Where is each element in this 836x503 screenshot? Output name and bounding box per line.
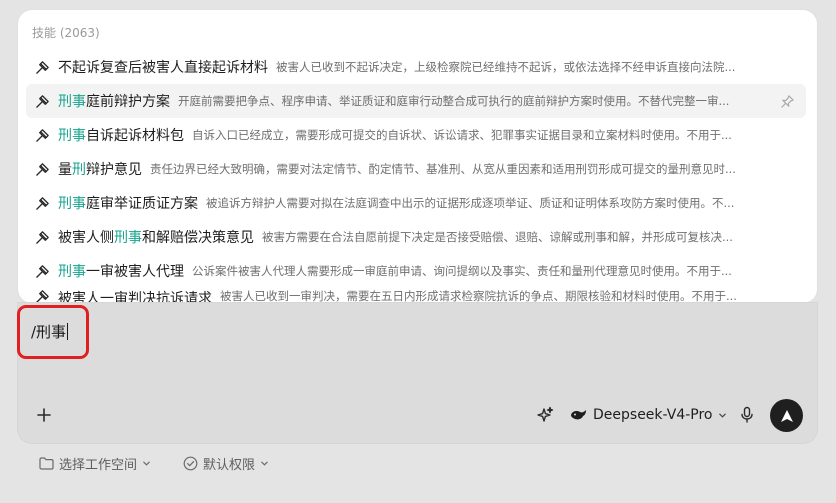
skill-title: 刑事庭审举证质证方案 (58, 193, 198, 213)
skill-title-text: 被害人侧 (58, 230, 114, 246)
skill-item[interactable]: 量刑辩护意见 责任边界已经大致明确，需要对法定情节、酌定情节、基准刑、从宽从重因素… (26, 152, 806, 186)
skill-title-text: 被害人一审判决抗诉请求 (58, 291, 212, 303)
skill-item[interactable]: 被害人一审判决抗诉请求 被害人已收到一审判决，需要在五日内形成请求检察院抗诉的争点… (26, 288, 806, 303)
skill-icon (35, 94, 49, 108)
skill-item[interactable]: 刑事庭前辩护方案 开庭前需要把争点、程序申请、举证质证和庭审行动整合成可执行的庭前… (26, 84, 806, 118)
skill-title-match: 刑事 (58, 94, 86, 110)
sparkle-icon (537, 406, 554, 422)
skill-icon (35, 196, 49, 210)
skill-title-text: 不起诉复查后被害人直接起诉材料 (58, 60, 268, 76)
skill-title-text: 自诉起诉材料包 (86, 128, 184, 144)
skill-title-text: 辩护意见 (86, 162, 142, 178)
microphone-button[interactable] (738, 405, 756, 425)
whale-icon (571, 410, 586, 420)
skill-title-text: 和解赔偿决策意见 (142, 230, 254, 246)
skill-title-text: 庭前辩护方案 (86, 94, 170, 110)
skill-title-text: 量 (58, 162, 72, 178)
sparkle-button[interactable] (535, 405, 555, 425)
skill-icon (34, 59, 50, 75)
pin-icon[interactable] (780, 94, 798, 109)
skill-title: 刑事庭前辩护方案 (58, 91, 170, 111)
arrow-up-icon (780, 409, 793, 422)
skill-icon (35, 289, 49, 303)
skill-title-match: 刑 (72, 162, 86, 178)
skill-title-match: 刑事 (58, 264, 86, 280)
pin-icon (781, 94, 794, 108)
chevron-down-icon (718, 413, 726, 418)
skill-description: 自诉入口已经成立，需要形成可提交的自诉状、诉讼请求、犯罪事实证据目录和立案材料时… (192, 128, 732, 142)
permission-label: 默认权限 (203, 457, 256, 473)
skill-icon (34, 229, 50, 245)
skill-icon (35, 264, 49, 278)
skill-title-match: 刑事 (58, 196, 86, 212)
chevron-down-icon (143, 461, 150, 466)
skill-description: 被害人已收到不起诉决定，上级检察院已经维持不起诉，或依法选择不经申诉直接向法院.… (276, 60, 736, 74)
skill-title: 被害人侧刑事和解赔偿决策意见 (58, 227, 254, 247)
skill-description: 开庭前需要把争点、程序申请、举证质证和庭审行动整合成可执行的庭前辩护方案时使用。… (178, 94, 730, 108)
skill-item[interactable]: 刑事自诉起诉材料包 自诉入口已经成立，需要形成可提交的自诉状、诉讼请求、犯罪事实证… (26, 118, 806, 152)
skill-icon (35, 230, 49, 244)
annotation-highlight-box (17, 305, 89, 359)
skill-icon (34, 263, 50, 279)
skill-item[interactable]: 被害人侧刑事和解赔偿决策意见 被害方需要在合法自愿前提下决定是否接受赔偿、退赔、谅… (26, 220, 806, 254)
skill-description: 公诉案件被害人代理人需要形成一审庭前申请、询问提纲以及事实、责任和量刑代理意见时… (192, 264, 732, 278)
skill-description: 责任边界已经大致明确，需要对法定情节、酌定情节、基准刑、从宽从重因素和适用刑罚形… (150, 162, 736, 176)
skill-description: 被追诉方辩护人需要对拟在法庭调查中出示的证据形成逐项举证、质证和证明体系攻防方案… (206, 196, 735, 210)
model-name: Deepseek-V4-Pro (593, 407, 713, 423)
skill-icon (34, 127, 50, 143)
skills-dropdown-panel: 技能 (2063) 不起诉复查后被害人直接起诉材料 被害人已收到不起诉决定，上级检… (18, 10, 817, 303)
skill-icon (34, 93, 50, 109)
folder-icon (39, 456, 54, 470)
send-button[interactable] (770, 399, 803, 432)
skill-title-match: 刑事 (58, 128, 86, 144)
skill-title-match: 刑事 (114, 230, 142, 246)
model-selector[interactable]: Deepseek-V4-Pro (570, 405, 727, 425)
skill-title: 刑事一审被害人代理 (58, 261, 184, 281)
skill-icon (34, 195, 50, 211)
skill-description: 被害方需要在合法自愿前提下决定是否接受赔偿、退赔、谅解或刑事和解，并形成可复核决… (262, 230, 733, 244)
skill-item[interactable]: 刑事庭审举证质证方案 被追诉方辩护人需要对拟在法庭调查中出示的证据形成逐项举证、质… (26, 186, 806, 220)
skill-icon (35, 60, 49, 74)
skill-item[interactable]: 不起诉复查后被害人直接起诉材料 被害人已收到不起诉决定，上级检察院已经维持不起诉，… (26, 50, 806, 84)
skills-count-header: 技能 (2063) (32, 26, 100, 40)
skill-item[interactable]: 刑事一审被害人代理 公诉案件被害人代理人需要形成一审庭前申请、询问提纲以及事实、责… (26, 254, 806, 288)
plus-icon (37, 408, 51, 422)
chevron-down-icon (261, 461, 268, 466)
add-button[interactable] (34, 405, 54, 425)
permission-selector[interactable]: 默认权限 (183, 454, 269, 473)
skill-title-text: 一审被害人代理 (86, 264, 184, 280)
skill-icon (34, 161, 50, 177)
skill-description: 被害人已收到一审判决，需要在五日内形成请求检察院抗诉的争点、期限核验和材料时使用… (220, 289, 737, 303)
skill-title: 不起诉复查后被害人直接起诉材料 (58, 57, 268, 77)
skill-icon (35, 162, 49, 176)
skill-icon (34, 288, 50, 303)
skill-title: 被害人一审判决抗诉请求 (58, 288, 212, 303)
skill-title: 量刑辩护意见 (58, 159, 142, 179)
skills-list: 不起诉复查后被害人直接起诉材料 被害人已收到不起诉决定，上级检察院已经维持不起诉，… (26, 50, 806, 303)
skill-title-text: 庭审举证质证方案 (86, 196, 198, 212)
workspace-label: 选择工作空间 (59, 457, 138, 473)
microphone-icon (741, 406, 753, 423)
workspace-selector[interactable]: 选择工作空间 (39, 454, 151, 473)
skill-icon (35, 128, 49, 142)
skill-title: 刑事自诉起诉材料包 (58, 125, 184, 145)
check-circle-icon (183, 456, 198, 470)
